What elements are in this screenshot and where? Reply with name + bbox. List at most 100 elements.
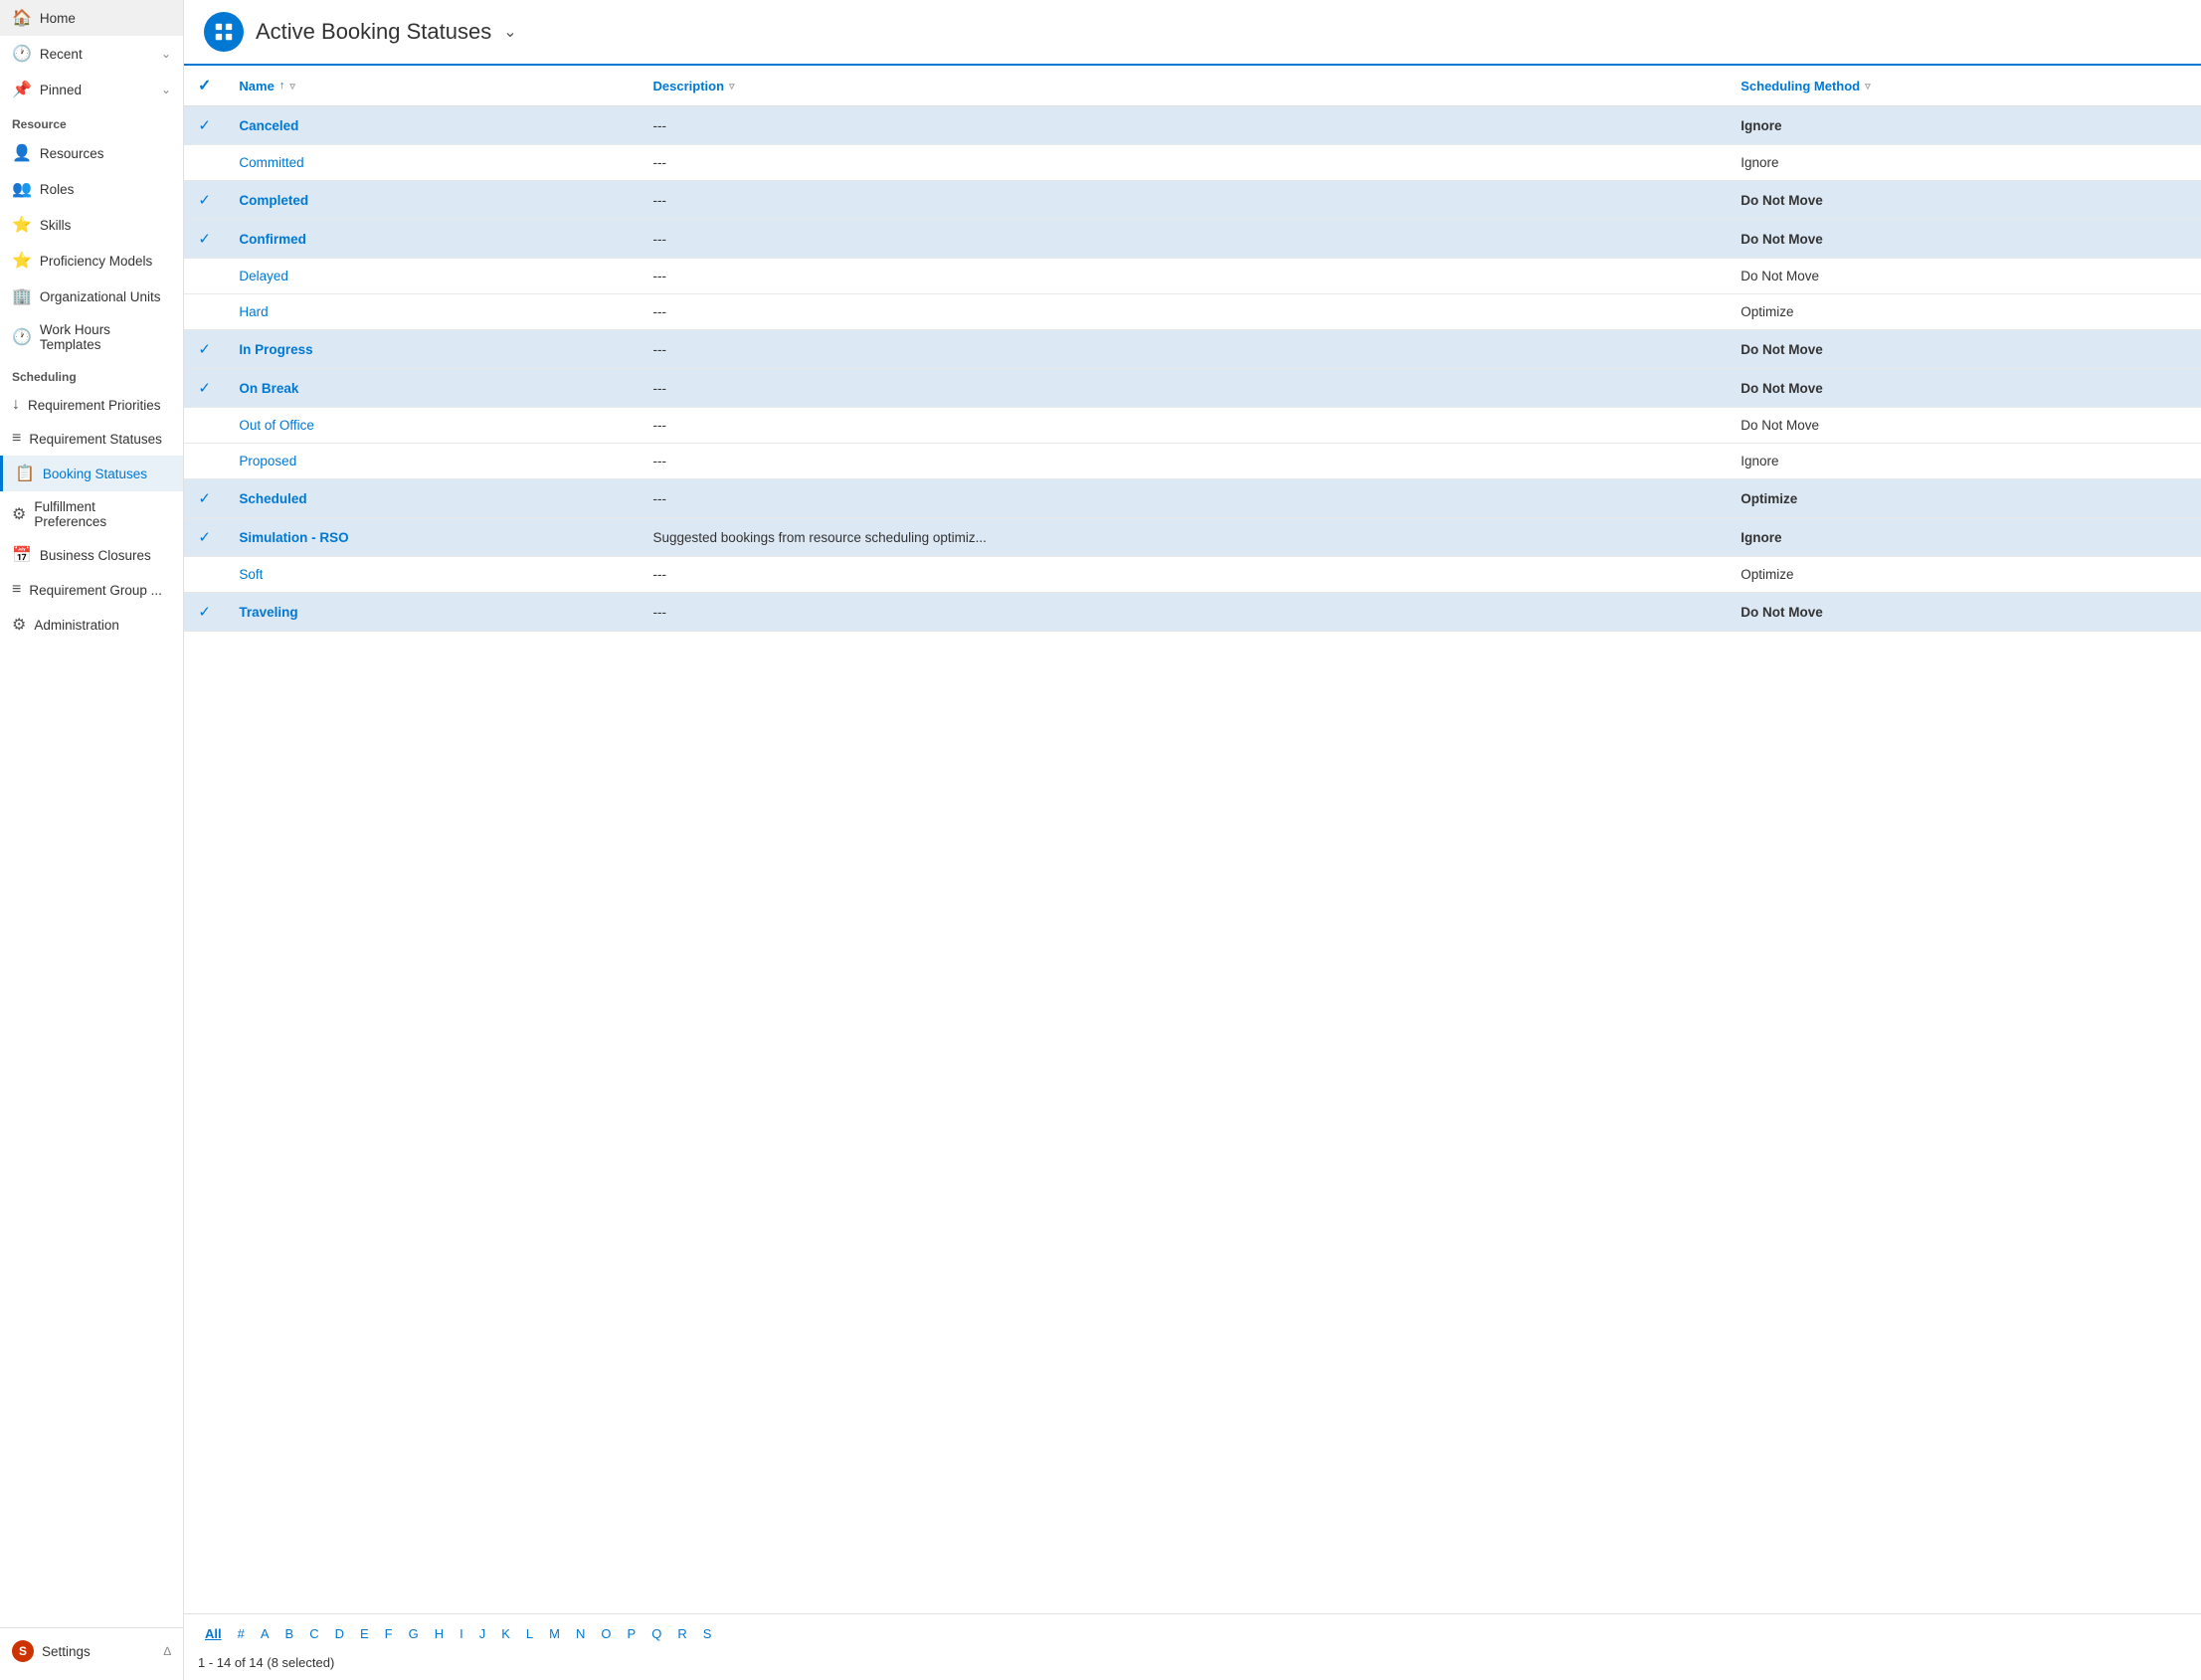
- table-row[interactable]: Committed---Ignore: [184, 145, 2201, 181]
- row-check-9[interactable]: [184, 408, 225, 444]
- table-row[interactable]: Delayed---Do Not Move: [184, 259, 2201, 294]
- sidebar-item-administration[interactable]: ⚙ Administration: [0, 607, 183, 643]
- sidebar-label-skills: Skills: [40, 218, 72, 233]
- table-row[interactable]: ✓In Progress---Do Not Move: [184, 330, 2201, 369]
- sidebar-label-pinned: Pinned: [40, 83, 82, 97]
- row-name-14[interactable]: Traveling: [225, 593, 639, 632]
- sidebar-item-pinned[interactable]: 📌 Pinned ⌄: [0, 72, 183, 107]
- alpha-btn-All[interactable]: All: [198, 1622, 229, 1645]
- alpha-btn-B[interactable]: B: [278, 1622, 301, 1645]
- sidebar-item-resources[interactable]: 👤 Resources: [0, 135, 183, 171]
- sidebar-item-business-closures[interactable]: 📅 Business Closures: [0, 537, 183, 573]
- alpha-btn-D[interactable]: D: [328, 1622, 351, 1645]
- row-name-6[interactable]: Hard: [225, 294, 639, 330]
- row-name-1[interactable]: Canceled: [225, 106, 639, 145]
- row-check-1[interactable]: ✓: [184, 106, 225, 145]
- sidebar-item-organizational-units[interactable]: 🏢 Organizational Units: [0, 279, 183, 314]
- row-name-9[interactable]: Out of Office: [225, 408, 639, 444]
- alpha-btn-J[interactable]: J: [472, 1622, 493, 1645]
- col-header-name[interactable]: Name ↑ ▿: [225, 66, 639, 106]
- table-row[interactable]: Hard---Optimize: [184, 294, 2201, 330]
- alpha-btn-C[interactable]: C: [302, 1622, 325, 1645]
- sidebar-item-proficiency-models[interactable]: ⭐ Proficiency Models: [0, 243, 183, 279]
- row-check-6[interactable]: [184, 294, 225, 330]
- table-row[interactable]: Out of Office---Do Not Move: [184, 408, 2201, 444]
- col-header-check: ✓: [184, 66, 225, 106]
- row-name-12[interactable]: Simulation - RSO: [225, 518, 639, 557]
- row-check-13[interactable]: [184, 557, 225, 593]
- sidebar-item-requirement-statuses[interactable]: ≡ Requirement Statuses: [0, 422, 183, 456]
- row-check-10[interactable]: [184, 444, 225, 479]
- check-mark-1: ✓: [198, 117, 211, 134]
- alpha-btn-F[interactable]: F: [378, 1622, 400, 1645]
- row-name-5[interactable]: Delayed: [225, 259, 639, 294]
- alpha-btn-N[interactable]: N: [569, 1622, 592, 1645]
- sidebar-item-recent[interactable]: 🕐 Recent ⌄: [0, 36, 183, 72]
- business-closures-icon: 📅: [12, 545, 32, 565]
- alpha-btn-R[interactable]: R: [670, 1622, 693, 1645]
- alpha-btn-H[interactable]: H: [428, 1622, 451, 1645]
- row-name-10[interactable]: Proposed: [225, 444, 639, 479]
- alpha-btn-P[interactable]: P: [621, 1622, 643, 1645]
- sidebar-item-booking-statuses[interactable]: 📋 Booking Statuses: [0, 456, 183, 491]
- alpha-btn-I[interactable]: I: [453, 1622, 470, 1645]
- check-mark-7: ✓: [198, 341, 211, 358]
- table-row[interactable]: ✓Simulation - RSOSuggested bookings from…: [184, 518, 2201, 557]
- filter-icon-description[interactable]: ▿: [729, 80, 735, 93]
- sidebar-label-settings: Settings: [42, 1644, 91, 1659]
- table-row[interactable]: ✓Confirmed---Do Not Move: [184, 220, 2201, 259]
- booking-statuses-icon: 📋: [15, 464, 35, 483]
- table-row[interactable]: Proposed---Ignore: [184, 444, 2201, 479]
- table-row[interactable]: ✓Scheduled---Optimize: [184, 479, 2201, 518]
- row-name-7[interactable]: In Progress: [225, 330, 639, 369]
- sidebar-item-requirement-group[interactable]: ≡ Requirement Group ...: [0, 573, 183, 607]
- row-check-7[interactable]: ✓: [184, 330, 225, 369]
- alpha-btn-G[interactable]: G: [402, 1622, 426, 1645]
- title-dropdown-chevron[interactable]: ⌄: [503, 22, 516, 42]
- table-row[interactable]: ✓Traveling---Do Not Move: [184, 593, 2201, 632]
- row-name-3[interactable]: Completed: [225, 181, 639, 220]
- select-all-checkbox[interactable]: ✓: [198, 78, 211, 94]
- sidebar-item-roles[interactable]: 👥 Roles: [0, 171, 183, 207]
- row-check-11[interactable]: ✓: [184, 479, 225, 518]
- col-header-description[interactable]: Description ▿: [640, 66, 1728, 106]
- sidebar-item-requirement-priorities[interactable]: ↓ Requirement Priorities: [0, 388, 183, 422]
- alpha-btn-K[interactable]: K: [494, 1622, 517, 1645]
- proficiency-models-icon: ⭐: [12, 251, 32, 271]
- filter-icon-name[interactable]: ▿: [289, 80, 295, 93]
- table-row[interactable]: ✓Canceled---Ignore: [184, 106, 2201, 145]
- table-row[interactable]: Soft---Optimize: [184, 557, 2201, 593]
- alpha-btn-S[interactable]: S: [696, 1622, 719, 1645]
- col-header-scheduling_method[interactable]: Scheduling Method ▿: [1727, 66, 2201, 106]
- alpha-btn-O[interactable]: O: [594, 1622, 618, 1645]
- row-name-11[interactable]: Scheduled: [225, 479, 639, 518]
- table-row[interactable]: ✓On Break---Do Not Move: [184, 369, 2201, 408]
- row-check-12[interactable]: ✓: [184, 518, 225, 557]
- sidebar-item-settings[interactable]: S Settings ∆: [0, 1632, 183, 1670]
- row-check-5[interactable]: [184, 259, 225, 294]
- row-check-2[interactable]: [184, 145, 225, 181]
- sidebar-item-skills[interactable]: ⭐ Skills: [0, 207, 183, 243]
- row-check-4[interactable]: ✓: [184, 220, 225, 259]
- row-check-14[interactable]: ✓: [184, 593, 225, 632]
- sidebar-label-administration: Administration: [34, 618, 119, 633]
- row-name-2[interactable]: Committed: [225, 145, 639, 181]
- sidebar-item-fulfillment-preferences[interactable]: ⚙ Fulfillment Preferences: [0, 491, 183, 537]
- alpha-btn-A[interactable]: A: [254, 1622, 276, 1645]
- row-desc-1: ---: [640, 106, 1728, 145]
- filter-icon-scheduling_method[interactable]: ▿: [1865, 80, 1871, 93]
- sort-icon-name[interactable]: ↑: [279, 80, 285, 92]
- row-name-13[interactable]: Soft: [225, 557, 639, 593]
- alpha-btn-L[interactable]: L: [519, 1622, 540, 1645]
- sidebar-item-work-hours-templates[interactable]: 🕐 Work Hours Templates: [0, 314, 183, 360]
- alpha-btn-#[interactable]: #: [231, 1622, 252, 1645]
- sidebar-item-home[interactable]: 🏠 Home: [0, 0, 183, 36]
- row-name-8[interactable]: On Break: [225, 369, 639, 408]
- alpha-btn-E[interactable]: E: [353, 1622, 376, 1645]
- row-check-3[interactable]: ✓: [184, 181, 225, 220]
- row-name-4[interactable]: Confirmed: [225, 220, 639, 259]
- alpha-btn-Q[interactable]: Q: [644, 1622, 668, 1645]
- alpha-btn-M[interactable]: M: [542, 1622, 567, 1645]
- table-row[interactable]: ✓Completed---Do Not Move: [184, 181, 2201, 220]
- row-check-8[interactable]: ✓: [184, 369, 225, 408]
